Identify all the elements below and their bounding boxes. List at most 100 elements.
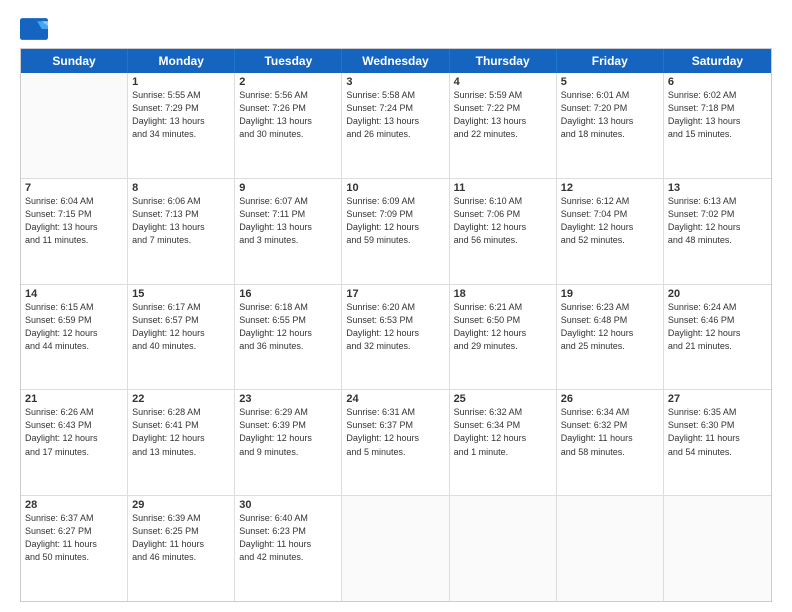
day-info: Sunrise: 6:31 AM Sunset: 6:37 PM Dayligh… (346, 406, 444, 458)
cal-cell: 7Sunrise: 6:04 AM Sunset: 7:15 PM Daylig… (21, 179, 128, 284)
day-number: 11 (454, 182, 552, 194)
cal-cell: 4Sunrise: 5:59 AM Sunset: 7:22 PM Daylig… (450, 73, 557, 178)
header-day-monday: Monday (128, 49, 235, 73)
calendar-header: SundayMondayTuesdayWednesdayThursdayFrid… (21, 49, 771, 73)
day-number: 27 (668, 393, 767, 405)
cal-cell: 13Sunrise: 6:13 AM Sunset: 7:02 PM Dayli… (664, 179, 771, 284)
day-info: Sunrise: 6:15 AM Sunset: 6:59 PM Dayligh… (25, 301, 123, 353)
cal-cell: 9Sunrise: 6:07 AM Sunset: 7:11 PM Daylig… (235, 179, 342, 284)
cal-cell: 2Sunrise: 5:56 AM Sunset: 7:26 PM Daylig… (235, 73, 342, 178)
day-info: Sunrise: 6:20 AM Sunset: 6:53 PM Dayligh… (346, 301, 444, 353)
day-number: 1 (132, 76, 230, 88)
day-info: Sunrise: 6:18 AM Sunset: 6:55 PM Dayligh… (239, 301, 337, 353)
day-info: Sunrise: 6:40 AM Sunset: 6:23 PM Dayligh… (239, 512, 337, 564)
cal-cell (450, 496, 557, 601)
cal-cell: 17Sunrise: 6:20 AM Sunset: 6:53 PM Dayli… (342, 285, 449, 390)
header-day-saturday: Saturday (664, 49, 771, 73)
day-number: 8 (132, 182, 230, 194)
header-day-sunday: Sunday (21, 49, 128, 73)
day-number: 6 (668, 76, 767, 88)
day-number: 7 (25, 182, 123, 194)
week-row-1: 1Sunrise: 5:55 AM Sunset: 7:29 PM Daylig… (21, 73, 771, 179)
week-row-2: 7Sunrise: 6:04 AM Sunset: 7:15 PM Daylig… (21, 179, 771, 285)
header-day-friday: Friday (557, 49, 664, 73)
cal-cell: 28Sunrise: 6:37 AM Sunset: 6:27 PM Dayli… (21, 496, 128, 601)
day-number: 9 (239, 182, 337, 194)
cal-cell: 15Sunrise: 6:17 AM Sunset: 6:57 PM Dayli… (128, 285, 235, 390)
day-info: Sunrise: 6:37 AM Sunset: 6:27 PM Dayligh… (25, 512, 123, 564)
cal-cell (557, 496, 664, 601)
cal-cell: 12Sunrise: 6:12 AM Sunset: 7:04 PM Dayli… (557, 179, 664, 284)
day-number: 13 (668, 182, 767, 194)
cal-cell: 18Sunrise: 6:21 AM Sunset: 6:50 PM Dayli… (450, 285, 557, 390)
day-number: 18 (454, 288, 552, 300)
day-info: Sunrise: 6:06 AM Sunset: 7:13 PM Dayligh… (132, 195, 230, 247)
day-number: 26 (561, 393, 659, 405)
day-number: 22 (132, 393, 230, 405)
cal-cell: 24Sunrise: 6:31 AM Sunset: 6:37 PM Dayli… (342, 390, 449, 495)
cal-cell: 11Sunrise: 6:10 AM Sunset: 7:06 PM Dayli… (450, 179, 557, 284)
day-info: Sunrise: 6:39 AM Sunset: 6:25 PM Dayligh… (132, 512, 230, 564)
cal-cell: 29Sunrise: 6:39 AM Sunset: 6:25 PM Dayli… (128, 496, 235, 601)
day-number: 28 (25, 499, 123, 511)
day-info: Sunrise: 6:10 AM Sunset: 7:06 PM Dayligh… (454, 195, 552, 247)
day-info: Sunrise: 5:59 AM Sunset: 7:22 PM Dayligh… (454, 89, 552, 141)
logo-icon (20, 18, 48, 40)
cal-cell: 30Sunrise: 6:40 AM Sunset: 6:23 PM Dayli… (235, 496, 342, 601)
calendar: SundayMondayTuesdayWednesdayThursdayFrid… (20, 48, 772, 602)
day-number: 15 (132, 288, 230, 300)
day-number: 19 (561, 288, 659, 300)
day-info: Sunrise: 6:17 AM Sunset: 6:57 PM Dayligh… (132, 301, 230, 353)
day-info: Sunrise: 6:09 AM Sunset: 7:09 PM Dayligh… (346, 195, 444, 247)
header-day-wednesday: Wednesday (342, 49, 449, 73)
day-number: 21 (25, 393, 123, 405)
day-info: Sunrise: 6:04 AM Sunset: 7:15 PM Dayligh… (25, 195, 123, 247)
day-info: Sunrise: 6:34 AM Sunset: 6:32 PM Dayligh… (561, 406, 659, 458)
cal-cell: 26Sunrise: 6:34 AM Sunset: 6:32 PM Dayli… (557, 390, 664, 495)
day-number: 5 (561, 76, 659, 88)
calendar-body: 1Sunrise: 5:55 AM Sunset: 7:29 PM Daylig… (21, 73, 771, 601)
page: SundayMondayTuesdayWednesdayThursdayFrid… (0, 0, 792, 612)
day-number: 12 (561, 182, 659, 194)
week-row-4: 21Sunrise: 6:26 AM Sunset: 6:43 PM Dayli… (21, 390, 771, 496)
cal-cell: 21Sunrise: 6:26 AM Sunset: 6:43 PM Dayli… (21, 390, 128, 495)
cal-cell: 19Sunrise: 6:23 AM Sunset: 6:48 PM Dayli… (557, 285, 664, 390)
day-info: Sunrise: 6:32 AM Sunset: 6:34 PM Dayligh… (454, 406, 552, 458)
day-number: 25 (454, 393, 552, 405)
day-number: 14 (25, 288, 123, 300)
logo (20, 18, 52, 40)
cal-cell: 20Sunrise: 6:24 AM Sunset: 6:46 PM Dayli… (664, 285, 771, 390)
cal-cell (342, 496, 449, 601)
day-info: Sunrise: 6:29 AM Sunset: 6:39 PM Dayligh… (239, 406, 337, 458)
day-number: 29 (132, 499, 230, 511)
day-number: 30 (239, 499, 337, 511)
day-info: Sunrise: 6:13 AM Sunset: 7:02 PM Dayligh… (668, 195, 767, 247)
day-info: Sunrise: 6:24 AM Sunset: 6:46 PM Dayligh… (668, 301, 767, 353)
day-number: 10 (346, 182, 444, 194)
cal-cell: 25Sunrise: 6:32 AM Sunset: 6:34 PM Dayli… (450, 390, 557, 495)
cal-cell (664, 496, 771, 601)
day-info: Sunrise: 5:56 AM Sunset: 7:26 PM Dayligh… (239, 89, 337, 141)
day-info: Sunrise: 5:55 AM Sunset: 7:29 PM Dayligh… (132, 89, 230, 141)
day-number: 2 (239, 76, 337, 88)
day-info: Sunrise: 6:28 AM Sunset: 6:41 PM Dayligh… (132, 406, 230, 458)
cal-cell (21, 73, 128, 178)
day-info: Sunrise: 6:12 AM Sunset: 7:04 PM Dayligh… (561, 195, 659, 247)
day-number: 24 (346, 393, 444, 405)
week-row-5: 28Sunrise: 6:37 AM Sunset: 6:27 PM Dayli… (21, 496, 771, 601)
cal-cell: 22Sunrise: 6:28 AM Sunset: 6:41 PM Dayli… (128, 390, 235, 495)
day-info: Sunrise: 6:01 AM Sunset: 7:20 PM Dayligh… (561, 89, 659, 141)
day-info: Sunrise: 6:07 AM Sunset: 7:11 PM Dayligh… (239, 195, 337, 247)
day-info: Sunrise: 6:26 AM Sunset: 6:43 PM Dayligh… (25, 406, 123, 458)
day-number: 23 (239, 393, 337, 405)
day-info: Sunrise: 6:21 AM Sunset: 6:50 PM Dayligh… (454, 301, 552, 353)
cal-cell: 27Sunrise: 6:35 AM Sunset: 6:30 PM Dayli… (664, 390, 771, 495)
cal-cell: 3Sunrise: 5:58 AM Sunset: 7:24 PM Daylig… (342, 73, 449, 178)
day-info: Sunrise: 6:23 AM Sunset: 6:48 PM Dayligh… (561, 301, 659, 353)
day-info: Sunrise: 6:02 AM Sunset: 7:18 PM Dayligh… (668, 89, 767, 141)
cal-cell: 8Sunrise: 6:06 AM Sunset: 7:13 PM Daylig… (128, 179, 235, 284)
cal-cell: 5Sunrise: 6:01 AM Sunset: 7:20 PM Daylig… (557, 73, 664, 178)
cal-cell: 16Sunrise: 6:18 AM Sunset: 6:55 PM Dayli… (235, 285, 342, 390)
day-number: 4 (454, 76, 552, 88)
header (20, 18, 772, 40)
